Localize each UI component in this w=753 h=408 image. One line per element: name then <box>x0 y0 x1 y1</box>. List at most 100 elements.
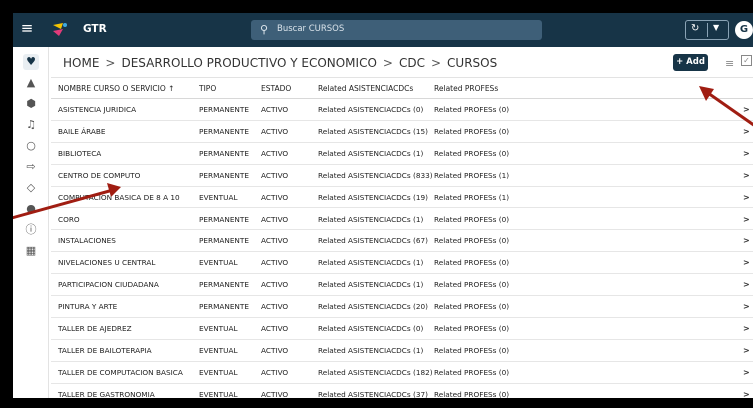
table-row[interactable]: BIBLIOTECA PERMANENTE ACTIVO Related ASISTE… <box>51 143 753 165</box>
profes-link[interactable]: Related PROFESs (0) <box>434 258 509 267</box>
search-input[interactable]: ⚲ Buscar CURSOS <box>251 20 542 40</box>
chevron-right-icon[interactable]: > <box>743 258 750 267</box>
profes-link[interactable]: Related PROFESs (1) <box>434 193 509 202</box>
column-header-profes[interactable]: Related PROFESs <box>434 84 498 93</box>
table-row[interactable]: CENTRO DE COMPUTO PERMANENTE ACTIVO Related… <box>51 165 753 187</box>
column-header-estado[interactable]: ESTADO <box>261 84 291 93</box>
add-button[interactable]: + Add <box>673 54 708 71</box>
hamburger-menu-icon[interactable]: ≡ <box>19 21 35 36</box>
table-row[interactable]: TALLER DE GASTRONOMIA EVENTUAL ACTIVO Relat… <box>51 384 753 398</box>
asistencia-link[interactable]: Related ASISTENCIACDCs (37) <box>318 390 428 398</box>
info-icon[interactable]: ⓘ <box>23 222 39 238</box>
estado-cell: ACTIVO <box>261 258 289 268</box>
asistencia-link[interactable]: Related ASISTENCIACDCs (1) <box>318 149 423 158</box>
triangle-icon[interactable]: ▲ <box>23 75 39 91</box>
profes-link[interactable]: Related PROFESs (0) <box>434 390 509 398</box>
hexagon-icon[interactable]: ⬢ <box>23 96 39 112</box>
profes-link[interactable]: Related PROFESs (0) <box>434 149 509 158</box>
refresh-icon[interactable]: ↻ <box>691 23 699 34</box>
profes-link[interactable]: Related PROFESs (0) <box>434 324 509 333</box>
profes-link[interactable]: Related PROFESs (0) <box>434 280 509 289</box>
chevron-right-icon[interactable]: > <box>743 236 750 245</box>
table-row[interactable]: TALLER DE COMPUTACION BASICA EVENTUAL ACTI… <box>51 362 753 384</box>
chevron-right-icon[interactable]: > <box>743 127 750 136</box>
table-row[interactable]: TALLER DE AJEDREZ EVENTUAL ACTIVO Related A… <box>51 318 753 340</box>
table-row[interactable]: INSTALACIONES PERMANENTE ACTIVO Related ASI… <box>51 230 753 253</box>
course-name-cell: PARTICIPACION CIUDADANA <box>58 280 159 290</box>
chevron-right-icon[interactable]: > <box>743 193 750 202</box>
column-header-tipo[interactable]: TIPO <box>199 84 216 93</box>
estado-cell: ACTIVO <box>261 170 289 180</box>
column-header-asistencia[interactable]: Related ASISTENCIACDCs <box>318 84 413 93</box>
breadcrumb-desarrollo[interactable]: DESARROLLO PRODUCTIVO Y ECONOMICO <box>121 56 376 70</box>
profes-link[interactable]: Related PROFESs (0) <box>434 105 509 114</box>
breadcrumb-home[interactable]: HOME <box>63 56 99 70</box>
bell-icon[interactable]: ♫ <box>23 117 39 133</box>
profes-link[interactable]: Related PROFESs (0) <box>434 346 509 355</box>
asistencia-link[interactable]: Related ASISTENCIACDCs (0) <box>318 324 423 333</box>
asistencia-link[interactable]: Related ASISTENCIACDCs (67) <box>318 236 428 245</box>
asistencia-link[interactable]: Related ASISTENCIACDCs (0) <box>318 105 423 114</box>
asistencia-link[interactable]: Related ASISTENCIACDCs (1) <box>318 215 423 224</box>
table-row[interactable]: PARTICIPACION CIUDADANA PERMANENTE ACTIVO R… <box>51 274 753 297</box>
table-row[interactable]: ASISTENCIA JURIDICA PERMANENTE ACTIVO Relat… <box>51 99 753 121</box>
estado-cell: ACTIVO <box>261 214 289 224</box>
profes-link[interactable]: Related PROFESs (0) <box>434 368 509 377</box>
profes-link[interactable]: Related PROFESs (0) <box>434 127 509 136</box>
asistencia-link[interactable]: Related ASISTENCIACDCs (19) <box>318 193 428 202</box>
table-row[interactable]: CORO PERMANENTE ACTIVO Related ASISTENCIACD… <box>51 209 753 231</box>
profes-link[interactable]: Related PROFESs (0) <box>434 236 509 245</box>
tag-icon[interactable]: ⇨ <box>23 159 39 175</box>
tipo-cell: PERMANENTE <box>199 170 249 180</box>
column-header-nombre[interactable]: NOMBRE CURSO O SERVICIO ↑ <box>58 84 174 93</box>
chevron-right-icon[interactable]: > <box>743 149 750 158</box>
asistencia-link[interactable]: Related ASISTENCIACDCs (182) <box>318 368 433 377</box>
asistencia-link[interactable]: Related ASISTENCIACDCs (1) <box>318 346 423 355</box>
grid-icon[interactable]: ▦ <box>23 243 39 259</box>
search-placeholder: Buscar CURSOS <box>277 24 345 34</box>
tipo-cell: PERMANENTE <box>199 126 249 136</box>
refresh-button-group[interactable]: ↻ ▼ <box>685 20 729 40</box>
heart-icon[interactable]: ♥ <box>23 54 39 70</box>
profes-link[interactable]: Related PROFESs (1) <box>434 171 509 180</box>
chevron-right-icon[interactable]: > <box>743 105 750 114</box>
table-row[interactable]: NIVELACIONES U CENTRAL EVENTUAL ACTIVO Rela… <box>51 252 753 275</box>
chevron-right-icon[interactable]: > <box>743 171 750 180</box>
table-row[interactable]: PINTURA Y ARTE PERMANENTE ACTIVO Related AS… <box>51 296 753 318</box>
estado-cell: ACTIVO <box>261 324 289 333</box>
asistencia-link[interactable]: Related ASISTENCIACDCs (1) <box>318 280 423 289</box>
tipo-cell: EVENTUAL <box>199 367 238 377</box>
asistencia-link[interactable]: Related ASISTENCIACDCs (1) <box>318 258 423 267</box>
user-icon[interactable]: ● <box>23 201 39 217</box>
asistencia-link[interactable]: Related ASISTENCIACDCs (15) <box>318 127 428 136</box>
asistencia-link[interactable]: Related ASISTENCIACDCs (20) <box>318 302 428 311</box>
top-bar: ≡ GTR ⚲ Buscar CURSOS ↻ ▼ G <box>13 13 753 47</box>
course-name-cell: TALLER DE BAILOTERAPIA <box>58 345 152 355</box>
estado-cell: ACTIVO <box>261 236 289 246</box>
estado-cell: ACTIVO <box>261 148 289 158</box>
profes-link[interactable]: Related PROFESs (0) <box>434 302 509 311</box>
circle-icon[interactable]: ○ <box>23 138 39 154</box>
table-row[interactable]: BAILE ÁRABE PERMANENTE ACTIVO Related ASIST… <box>51 121 753 143</box>
chevron-right-icon[interactable]: > <box>743 346 750 355</box>
chevron-right-icon[interactable]: > <box>743 390 750 398</box>
chevron-right-icon[interactable]: > <box>743 324 750 333</box>
tipo-cell: PERMANENTE <box>199 214 249 224</box>
logo <box>53 23 67 36</box>
tag-outline-icon[interactable]: ◇ <box>23 180 39 196</box>
checkbox-icon[interactable]: ✓ <box>741 55 752 66</box>
asistencia-link[interactable]: Related ASISTENCIACDCs (833) <box>318 171 433 180</box>
table-header: NOMBRE CURSO O SERVICIO ↑ TIPO ESTADO Re… <box>51 77 753 99</box>
chevron-right-icon[interactable]: > <box>743 368 750 377</box>
chevron-right-icon[interactable]: > <box>743 215 750 224</box>
chevron-right-icon[interactable]: > <box>743 280 750 289</box>
table-row[interactable]: COMPUTACION BASICA DE 8 A 10 EVENTUAL ACTI… <box>51 187 753 209</box>
breadcrumb-cdc[interactable]: CDC <box>399 56 425 70</box>
course-name-cell: COMPUTACION BASICA DE 8 A 10 <box>58 192 180 202</box>
chevron-right-icon[interactable]: > <box>743 302 750 311</box>
profes-link[interactable]: Related PROFESs (0) <box>434 215 509 224</box>
filter-icon[interactable]: ≡ <box>725 57 734 70</box>
avatar[interactable]: G <box>735 21 753 39</box>
chevron-down-icon[interactable]: ▼ <box>713 23 719 32</box>
table-row[interactable]: TALLER DE BAILOTERAPIA EVENTUAL ACTIVO Rela… <box>51 340 753 362</box>
